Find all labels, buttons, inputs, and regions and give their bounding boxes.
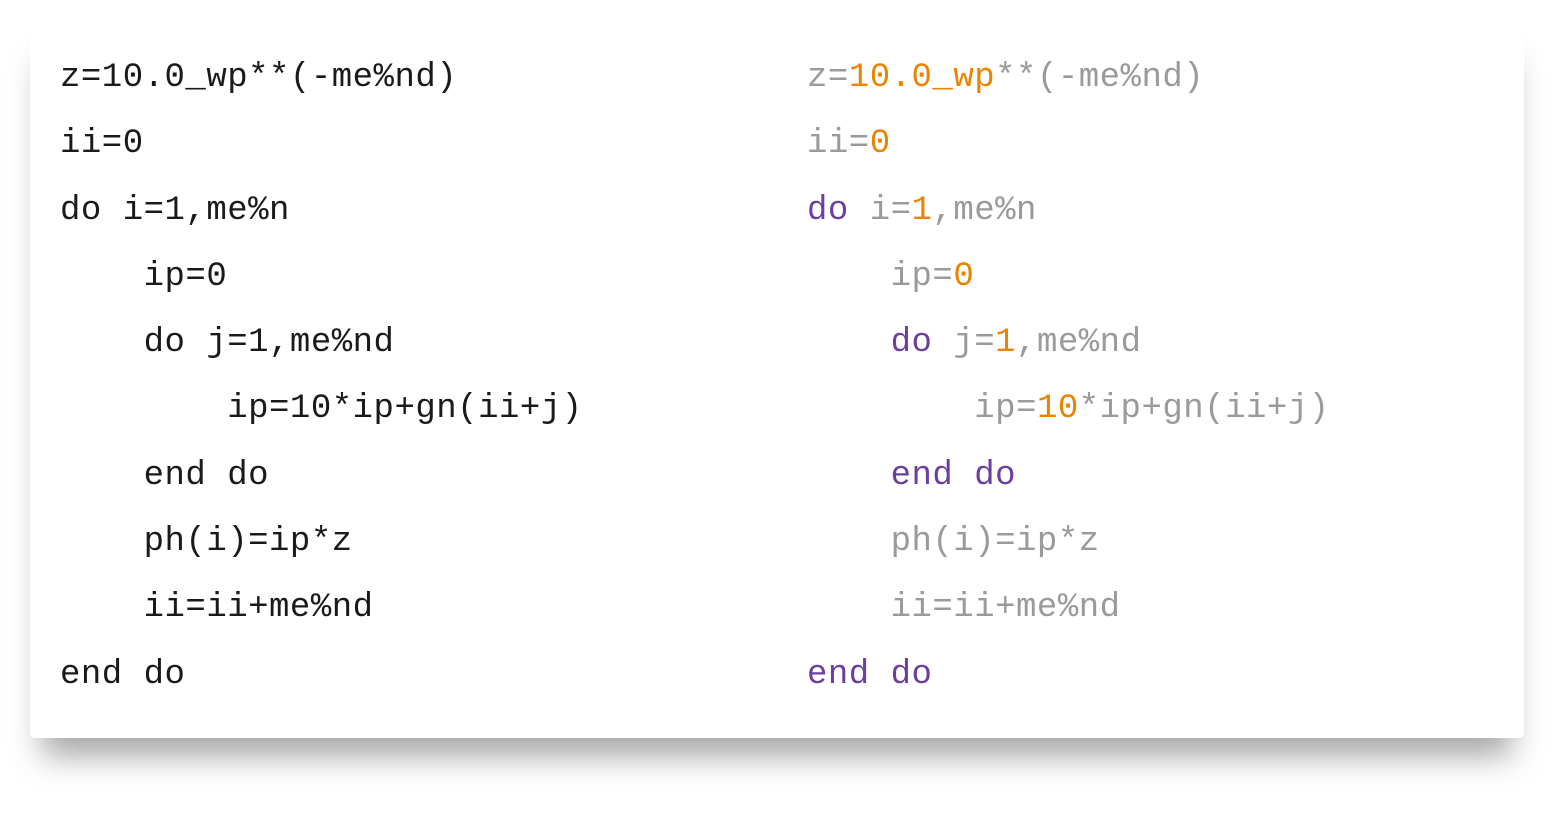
code-line: end do (60, 457, 269, 495)
code-token: z= (807, 59, 849, 97)
code-line: ip=10*ip+gn(ii+j) (60, 390, 583, 428)
code-token: ,me%nd (1016, 324, 1141, 362)
code-token-keyword: do (807, 192, 849, 230)
code-token: ip= (807, 390, 1037, 428)
code-line: ph(i)=ip*z (60, 523, 353, 561)
code-columns: z=10.0_wp**(-me%nd) ii=0 do i=1,me%n ip=… (60, 45, 1494, 708)
code-token: ,me%n (932, 192, 1037, 230)
code-line: ph(i)=ip*z (807, 523, 1100, 561)
code-token: ip= (807, 258, 953, 296)
code-token: *ip+gn(ii+j) (1079, 390, 1330, 428)
left-code-block: z=10.0_wp**(-me%nd) ii=0 do i=1,me%n ip=… (60, 45, 747, 708)
code-token: j= (932, 324, 995, 362)
code-line: end do (60, 656, 185, 694)
code-line: do j=1,me%nd (60, 324, 394, 362)
code-line: ii=ii+me%nd (60, 589, 374, 627)
code-token-number: 10 (1037, 390, 1079, 428)
code-token-keyword: do (891, 324, 933, 362)
code-token: ii= (807, 125, 870, 163)
right-code-block: z=10.0_wp**(-me%nd) ii=0 do i=1,me%n ip=… (807, 45, 1494, 708)
code-line: z=10.0_wp**(-me%nd) (60, 59, 457, 97)
code-token-keyword: end do (807, 656, 932, 694)
code-token-number: 0 (870, 125, 891, 163)
code-line: ii=0 (60, 125, 144, 163)
code-card: z=10.0_wp**(-me%nd) ii=0 do i=1,me%n ip=… (30, 20, 1524, 738)
code-line: do i=1,me%n (60, 192, 290, 230)
code-token (807, 457, 891, 495)
code-token: i= (849, 192, 912, 230)
code-token (807, 324, 891, 362)
code-token: **(-me%nd) (995, 59, 1204, 97)
code-token-number: 1 (995, 324, 1016, 362)
code-token-number: 10.0_wp (849, 59, 995, 97)
code-token-number: 0 (953, 258, 974, 296)
code-line: ip=0 (60, 258, 227, 296)
code-token-number: 1 (912, 192, 933, 230)
code-token-keyword: end do (891, 457, 1016, 495)
code-line: ii=ii+me%nd (807, 589, 1121, 627)
